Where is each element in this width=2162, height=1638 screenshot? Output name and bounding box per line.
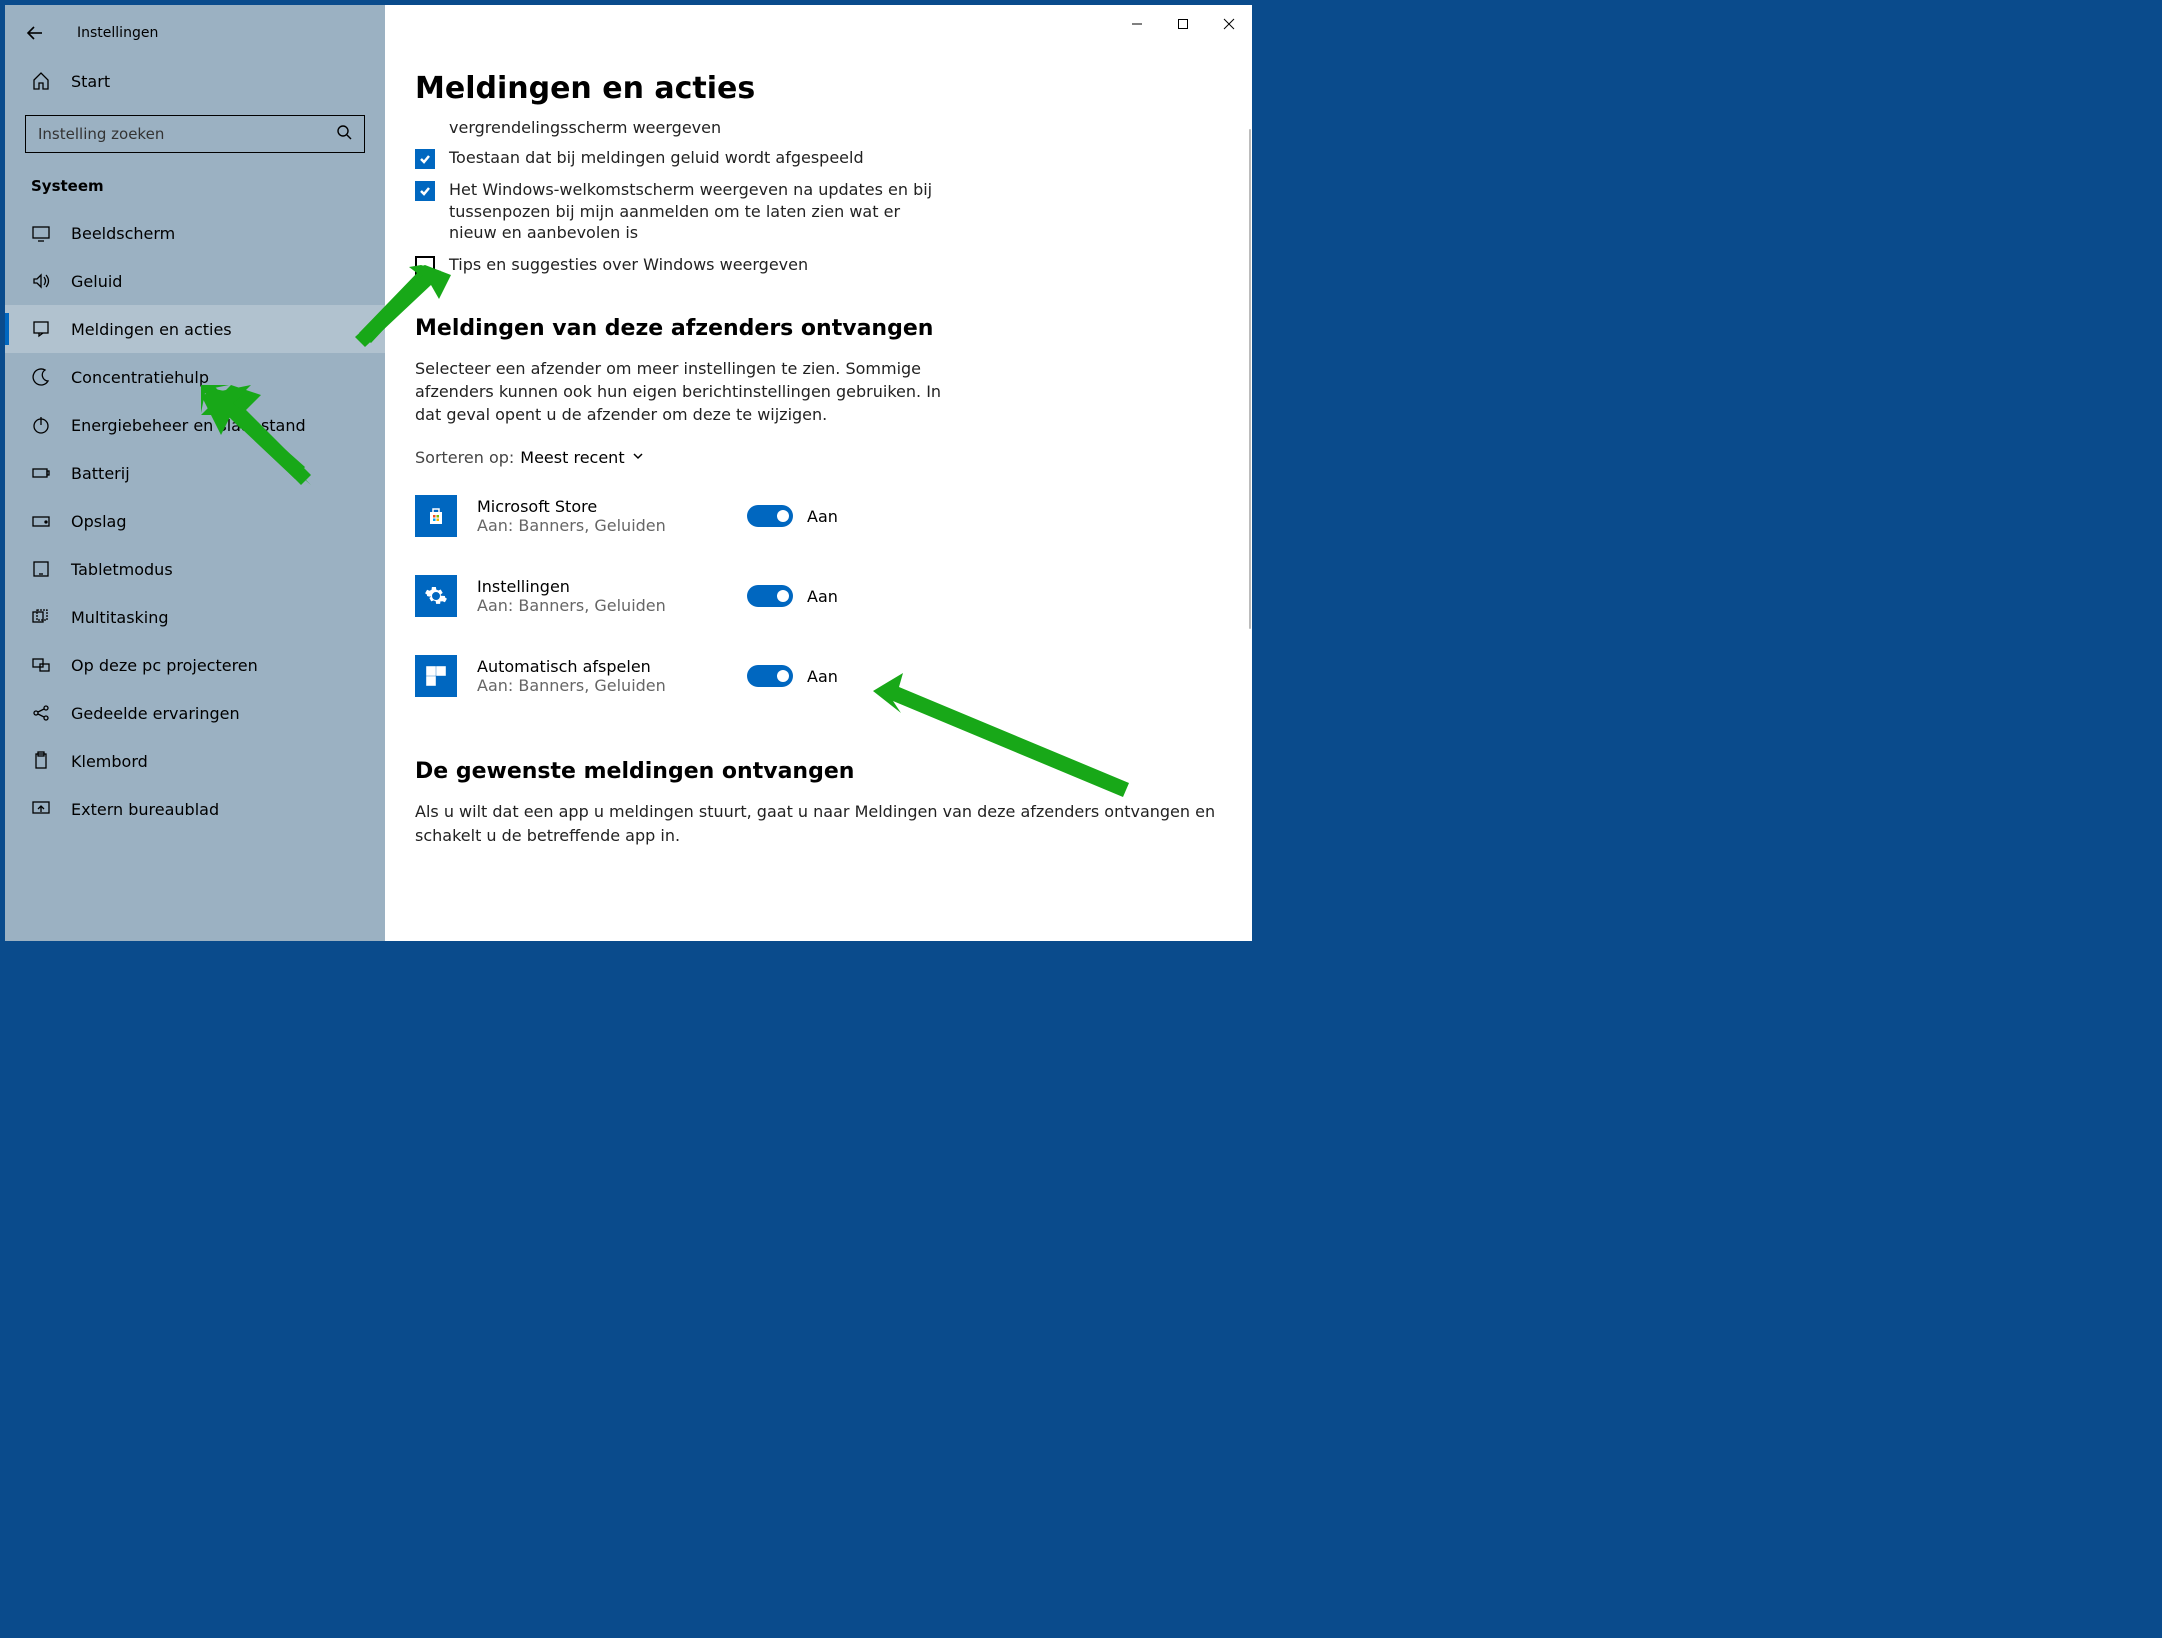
- checkbox-welcome-screen[interactable]: [415, 181, 435, 201]
- sidebar-section-title: Systeem: [5, 169, 385, 209]
- sender-name: Instellingen: [477, 577, 727, 596]
- toggle-label: Aan: [807, 587, 838, 606]
- multitasking-icon: [31, 607, 51, 627]
- sender-row[interactable]: Instellingen Aan: Banners, Geluiden Aan: [415, 565, 1222, 645]
- search-icon: [336, 124, 352, 144]
- senders-body: Selecteer een afzender om meer instellin…: [415, 357, 955, 427]
- sidebar-item-storage[interactable]: Opslag: [5, 497, 385, 545]
- sender-sub: Aan: Banners, Geluiden: [477, 516, 727, 535]
- sidebar-item-label: Op deze pc projecteren: [71, 656, 258, 675]
- annotation-arrow-senders: [873, 673, 1133, 807]
- checkbox-label: Toestaan dat bij meldingen geluid wordt …: [449, 147, 864, 169]
- battery-icon: [31, 463, 51, 483]
- app-icon-store: [415, 495, 457, 537]
- clipboard-icon: [31, 751, 51, 771]
- sidebar-item-label: Multitasking: [71, 608, 169, 627]
- sender-name: Automatisch afspelen: [477, 657, 727, 676]
- sidebar-item-label: Opslag: [71, 512, 127, 531]
- home-icon: [31, 71, 51, 91]
- share-icon: [31, 703, 51, 723]
- annotation-arrow-checkbox: [351, 265, 451, 359]
- sort-prefix: Sorteren op:: [415, 448, 514, 467]
- sidebar-item-sound[interactable]: Geluid: [5, 257, 385, 305]
- sidebar-item-focus-assist[interactable]: Concentratiehulp: [5, 353, 385, 401]
- toggle-sender[interactable]: [747, 585, 793, 607]
- checkbox-label: Het Windows-welkomstscherm weergeven na …: [449, 179, 935, 244]
- sender-row[interactable]: Microsoft Store Aan: Banners, Geluiden A…: [415, 485, 1222, 565]
- sidebar-item-label: Meldingen en acties: [71, 320, 232, 339]
- sender-sub: Aan: Banners, Geluiden: [477, 596, 727, 615]
- toggle-sender[interactable]: [747, 665, 793, 687]
- settings-window: Instellingen Start Systeem Beeldscherm: [5, 5, 1252, 941]
- moon-icon: [31, 367, 51, 387]
- page-title: Meldingen en acties: [385, 55, 1252, 112]
- toggle-label: Aan: [807, 507, 838, 526]
- sidebar-item-clipboard[interactable]: Klembord: [5, 737, 385, 785]
- sidebar-item-display[interactable]: Beeldscherm: [5, 209, 385, 257]
- sidebar-item-label: Concentratiehulp: [71, 368, 209, 387]
- footer-body: Als u wilt dat een app u meldingen stuur…: [415, 800, 1222, 846]
- sidebar-item-label: Beeldscherm: [71, 224, 175, 243]
- home-label: Start: [71, 72, 110, 91]
- sidebar-item-label: Extern bureaublad: [71, 800, 219, 819]
- app-icon-autoplay: [415, 655, 457, 697]
- titlebar: [1114, 5, 1252, 43]
- sidebar-item-remote[interactable]: Extern bureaublad: [5, 785, 385, 833]
- sort-value: Meest recent: [520, 448, 624, 467]
- sidebar-item-battery[interactable]: Batterij: [5, 449, 385, 497]
- checkbox-row-welcome[interactable]: Het Windows-welkomstscherm weergeven na …: [415, 179, 935, 244]
- checkbox-label: Tips en suggesties over Windows weergeve…: [449, 254, 808, 276]
- annotation-arrow-sidebar: [215, 389, 325, 488]
- sidebar-item-label: Geluid: [71, 272, 122, 291]
- checkbox-row-sound[interactable]: Toestaan dat bij meldingen geluid wordt …: [415, 147, 935, 169]
- sort-dropdown[interactable]: Sorteren op: Meest recent: [415, 448, 1222, 467]
- project-icon: [31, 655, 51, 675]
- back-button[interactable]: [25, 23, 45, 43]
- close-button[interactable]: [1206, 8, 1252, 40]
- display-icon: [31, 223, 51, 243]
- sidebar-item-label: Batterij: [71, 464, 130, 483]
- sidebar-item-tablet[interactable]: Tabletmodus: [5, 545, 385, 593]
- search-input[interactable]: [38, 125, 298, 143]
- chevron-down-icon: [631, 448, 645, 467]
- tablet-icon: [31, 559, 51, 579]
- scrollbar[interactable]: [1249, 129, 1251, 629]
- sidebar-items: Beeldscherm Geluid Meldingen en acties C…: [5, 209, 385, 941]
- sidebar-item-multitasking[interactable]: Multitasking: [5, 593, 385, 641]
- sidebar: Instellingen Start Systeem Beeldscherm: [5, 5, 385, 941]
- sidebar-item-label: Tabletmodus: [71, 560, 173, 579]
- search-box[interactable]: [25, 115, 365, 153]
- truncated-check-label: vergrendelingsscherm weergeven: [449, 118, 1222, 137]
- app-icon-settings: [415, 575, 457, 617]
- sidebar-item-shared[interactable]: Gedeelde ervaringen: [5, 689, 385, 737]
- senders-heading: Meldingen van deze afzenders ontvangen: [415, 316, 1222, 341]
- remote-desktop-icon: [31, 799, 51, 819]
- toggle-sender[interactable]: [747, 505, 793, 527]
- power-icon: [31, 415, 51, 435]
- sender-name: Microsoft Store: [477, 497, 727, 516]
- sender-sub: Aan: Banners, Geluiden: [477, 676, 727, 695]
- minimize-button[interactable]: [1114, 8, 1160, 40]
- maximize-button[interactable]: [1160, 8, 1206, 40]
- sound-icon: [31, 271, 51, 291]
- sidebar-item-project[interactable]: Op deze pc projecteren: [5, 641, 385, 689]
- notifications-icon: [31, 319, 51, 339]
- sidebar-item-label: Gedeelde ervaringen: [71, 704, 240, 723]
- sidebar-item-label: Klembord: [71, 752, 148, 771]
- checkbox-row-tips[interactable]: Tips en suggesties over Windows weergeve…: [415, 254, 935, 276]
- home-button[interactable]: Start: [5, 55, 385, 107]
- sidebar-item-power[interactable]: Energiebeheer en slaapstand: [5, 401, 385, 449]
- checkbox-allow-sound[interactable]: [415, 149, 435, 169]
- sidebar-item-notifications[interactable]: Meldingen en acties: [5, 305, 385, 353]
- toggle-label: Aan: [807, 667, 838, 686]
- storage-icon: [31, 511, 51, 531]
- window-title: Instellingen: [77, 25, 158, 41]
